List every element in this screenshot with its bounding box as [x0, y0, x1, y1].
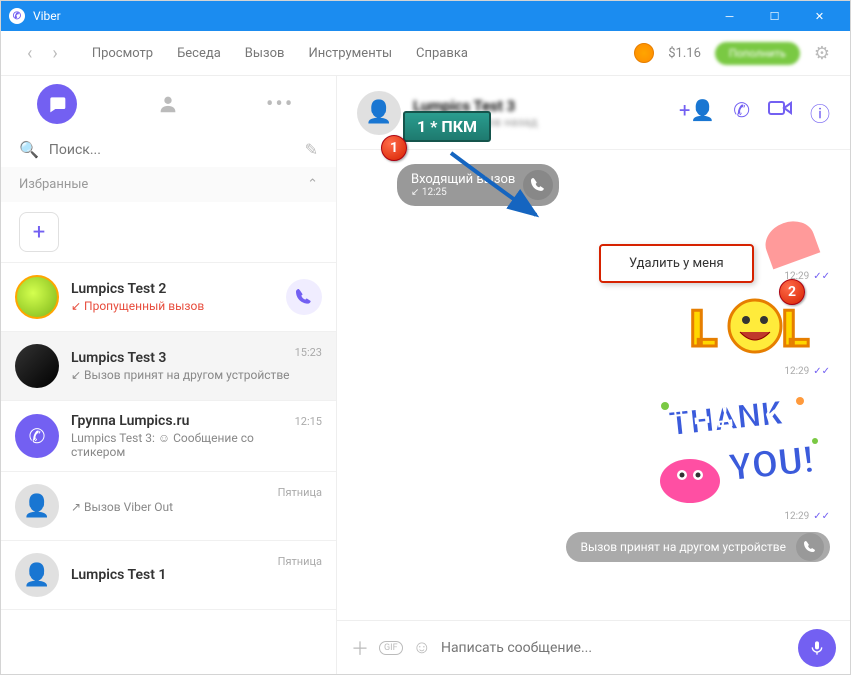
chat-name: Lumpics Test 1	[71, 567, 278, 583]
composer: ＋ GIF ☺	[337, 620, 850, 674]
chat-time: Пятница	[278, 555, 322, 568]
phone-icon	[296, 289, 312, 305]
sticker-lol: L L	[690, 286, 830, 366]
search-icon: 🔍	[19, 140, 39, 159]
microphone-icon	[809, 640, 825, 656]
annotation-arrow-icon	[441, 143, 551, 233]
sticker-message-thankyou[interactable]: THANK YOU! 12:29✓✓	[640, 381, 830, 522]
sticker-message-lol[interactable]: L L 12:29✓✓	[690, 286, 830, 377]
chat-time: Пятница	[278, 486, 322, 499]
topup-button[interactable]: Пополнить	[715, 42, 800, 65]
attach-icon[interactable]: ＋	[351, 635, 369, 661]
chat-item-lumpics-test-3[interactable]: Lumpics Test 3 ↙ Вызов принят на другом …	[1, 332, 336, 401]
voice-call-icon[interactable]: ✆	[733, 98, 750, 127]
chevron-up-icon: ⌃	[307, 177, 318, 192]
context-menu-delete[interactable]: Удалить у меня	[599, 244, 754, 283]
sticker-icon[interactable]: ☺	[413, 637, 431, 658]
call-answered-bubble[interactable]: Вызов принят на другом устройстве	[566, 532, 830, 562]
nav-back-button[interactable]: ‹	[21, 43, 38, 64]
avatar: 👤	[15, 484, 59, 528]
messages-area: Входящий вызов ↙ 12:25 12:29✓✓ L L 12	[337, 150, 850, 620]
call-button[interactable]	[286, 279, 322, 315]
chat-subtitle: Lumpics Test 3: ☺ Сообщение со стикером	[71, 431, 295, 459]
svg-text:YOU!: YOU!	[725, 438, 815, 491]
compose-icon[interactable]: ✎	[305, 140, 318, 159]
chat-item-group-lumpics[interactable]: ✆ Группа Lumpics.ru Lumpics Test 3: ☺ Со…	[1, 401, 336, 472]
chat-item-blurred[interactable]: 👤 ↗ Вызов Viber Out Пятница	[1, 472, 336, 541]
add-favorite-button[interactable]: +	[19, 212, 59, 252]
svg-text:THANK: THANK	[667, 393, 786, 445]
sticker-heart-hands	[760, 214, 830, 269]
sidebar: ••• 🔍 ✎ Избранные ⌃ + Lumpics Test 2 ↙ П…	[1, 76, 337, 674]
chat-subtitle: ↗ Вызов Viber Out	[71, 500, 278, 514]
svg-text:L: L	[782, 301, 809, 359]
sticker-thank-you: THANK YOU!	[640, 381, 830, 511]
sticker-message-heart[interactable]: 12:29✓✓	[760, 214, 830, 282]
info-icon[interactable]: ⓘ	[810, 98, 830, 127]
add-contact-icon[interactable]: +👤	[679, 98, 715, 127]
menu-call[interactable]: Вызов	[245, 46, 285, 61]
favorites-label: Избранные	[19, 177, 88, 192]
balance-amount: $1.16	[668, 46, 701, 61]
search-input[interactable]	[49, 142, 295, 158]
minimize-button[interactable]: ─	[707, 1, 752, 31]
chat-header-avatar[interactable]: 👤	[357, 91, 401, 135]
settings-icon[interactable]: ⚙	[814, 43, 830, 64]
chat-icon	[47, 94, 67, 114]
avatar: ✆	[15, 414, 59, 458]
chat-item-lumpics-test-2[interactable]: Lumpics Test 2 ↙ Пропущенный вызов	[1, 263, 336, 332]
message-input[interactable]	[441, 640, 788, 656]
call-answered-label: Вызов принят на другом устройстве	[580, 540, 786, 554]
close-button[interactable]: ✕	[797, 1, 842, 31]
maximize-button[interactable]: ☐	[752, 1, 797, 31]
chat-name: Lumpics Test 3	[71, 350, 295, 366]
favorites-header[interactable]: Избранные ⌃	[1, 167, 336, 202]
avatar	[15, 275, 59, 319]
annotation-label: 1 * ПКМ	[403, 111, 491, 142]
coin-icon	[634, 43, 654, 63]
avatar: 👤	[15, 553, 59, 597]
person-icon	[157, 93, 179, 115]
annotation-badge-2: 2	[779, 279, 805, 305]
chat-time: 12:15	[295, 415, 322, 428]
app-title: Viber	[33, 9, 61, 23]
chat-area: 👤 Lumpics Test 3 В сети 12 часов назад +…	[337, 76, 850, 674]
chat-subtitle: ↙ Пропущенный вызов	[71, 299, 278, 313]
chat-name: Lumpics Test 2	[71, 281, 278, 297]
chat-time: 15:23	[295, 346, 322, 359]
tab-chats[interactable]	[37, 84, 77, 124]
toolbar: ‹ › Просмотр Беседа Вызов Инструменты Сп…	[1, 31, 850, 76]
menu-chat[interactable]: Беседа	[177, 46, 221, 61]
nav-forward-button[interactable]: ›	[46, 43, 63, 64]
annotation-badge-1: 1	[381, 135, 407, 161]
video-call-icon[interactable]	[768, 98, 792, 127]
tab-contacts[interactable]	[148, 84, 188, 124]
svg-text:L: L	[690, 301, 717, 359]
avatar	[15, 344, 59, 388]
tab-more[interactable]: •••	[260, 84, 300, 124]
phone-icon	[796, 533, 824, 561]
gif-icon[interactable]: GIF	[379, 641, 403, 655]
chat-item-lumpics-test-1[interactable]: 👤 Lumpics Test 1 Пятница	[1, 541, 336, 610]
menu-tools[interactable]: Инструменты	[308, 46, 392, 61]
chat-name: Группа Lumpics.ru	[71, 413, 295, 429]
microphone-button[interactable]	[798, 629, 836, 667]
viber-logo-icon: ✆	[9, 8, 25, 24]
menu-help[interactable]: Справка	[416, 46, 468, 61]
chat-subtitle: ↙ Вызов принят на другом устройстве	[71, 368, 295, 382]
titlebar: ✆ Viber ─ ☐ ✕	[1, 1, 850, 31]
menu-view[interactable]: Просмотр	[92, 46, 153, 61]
